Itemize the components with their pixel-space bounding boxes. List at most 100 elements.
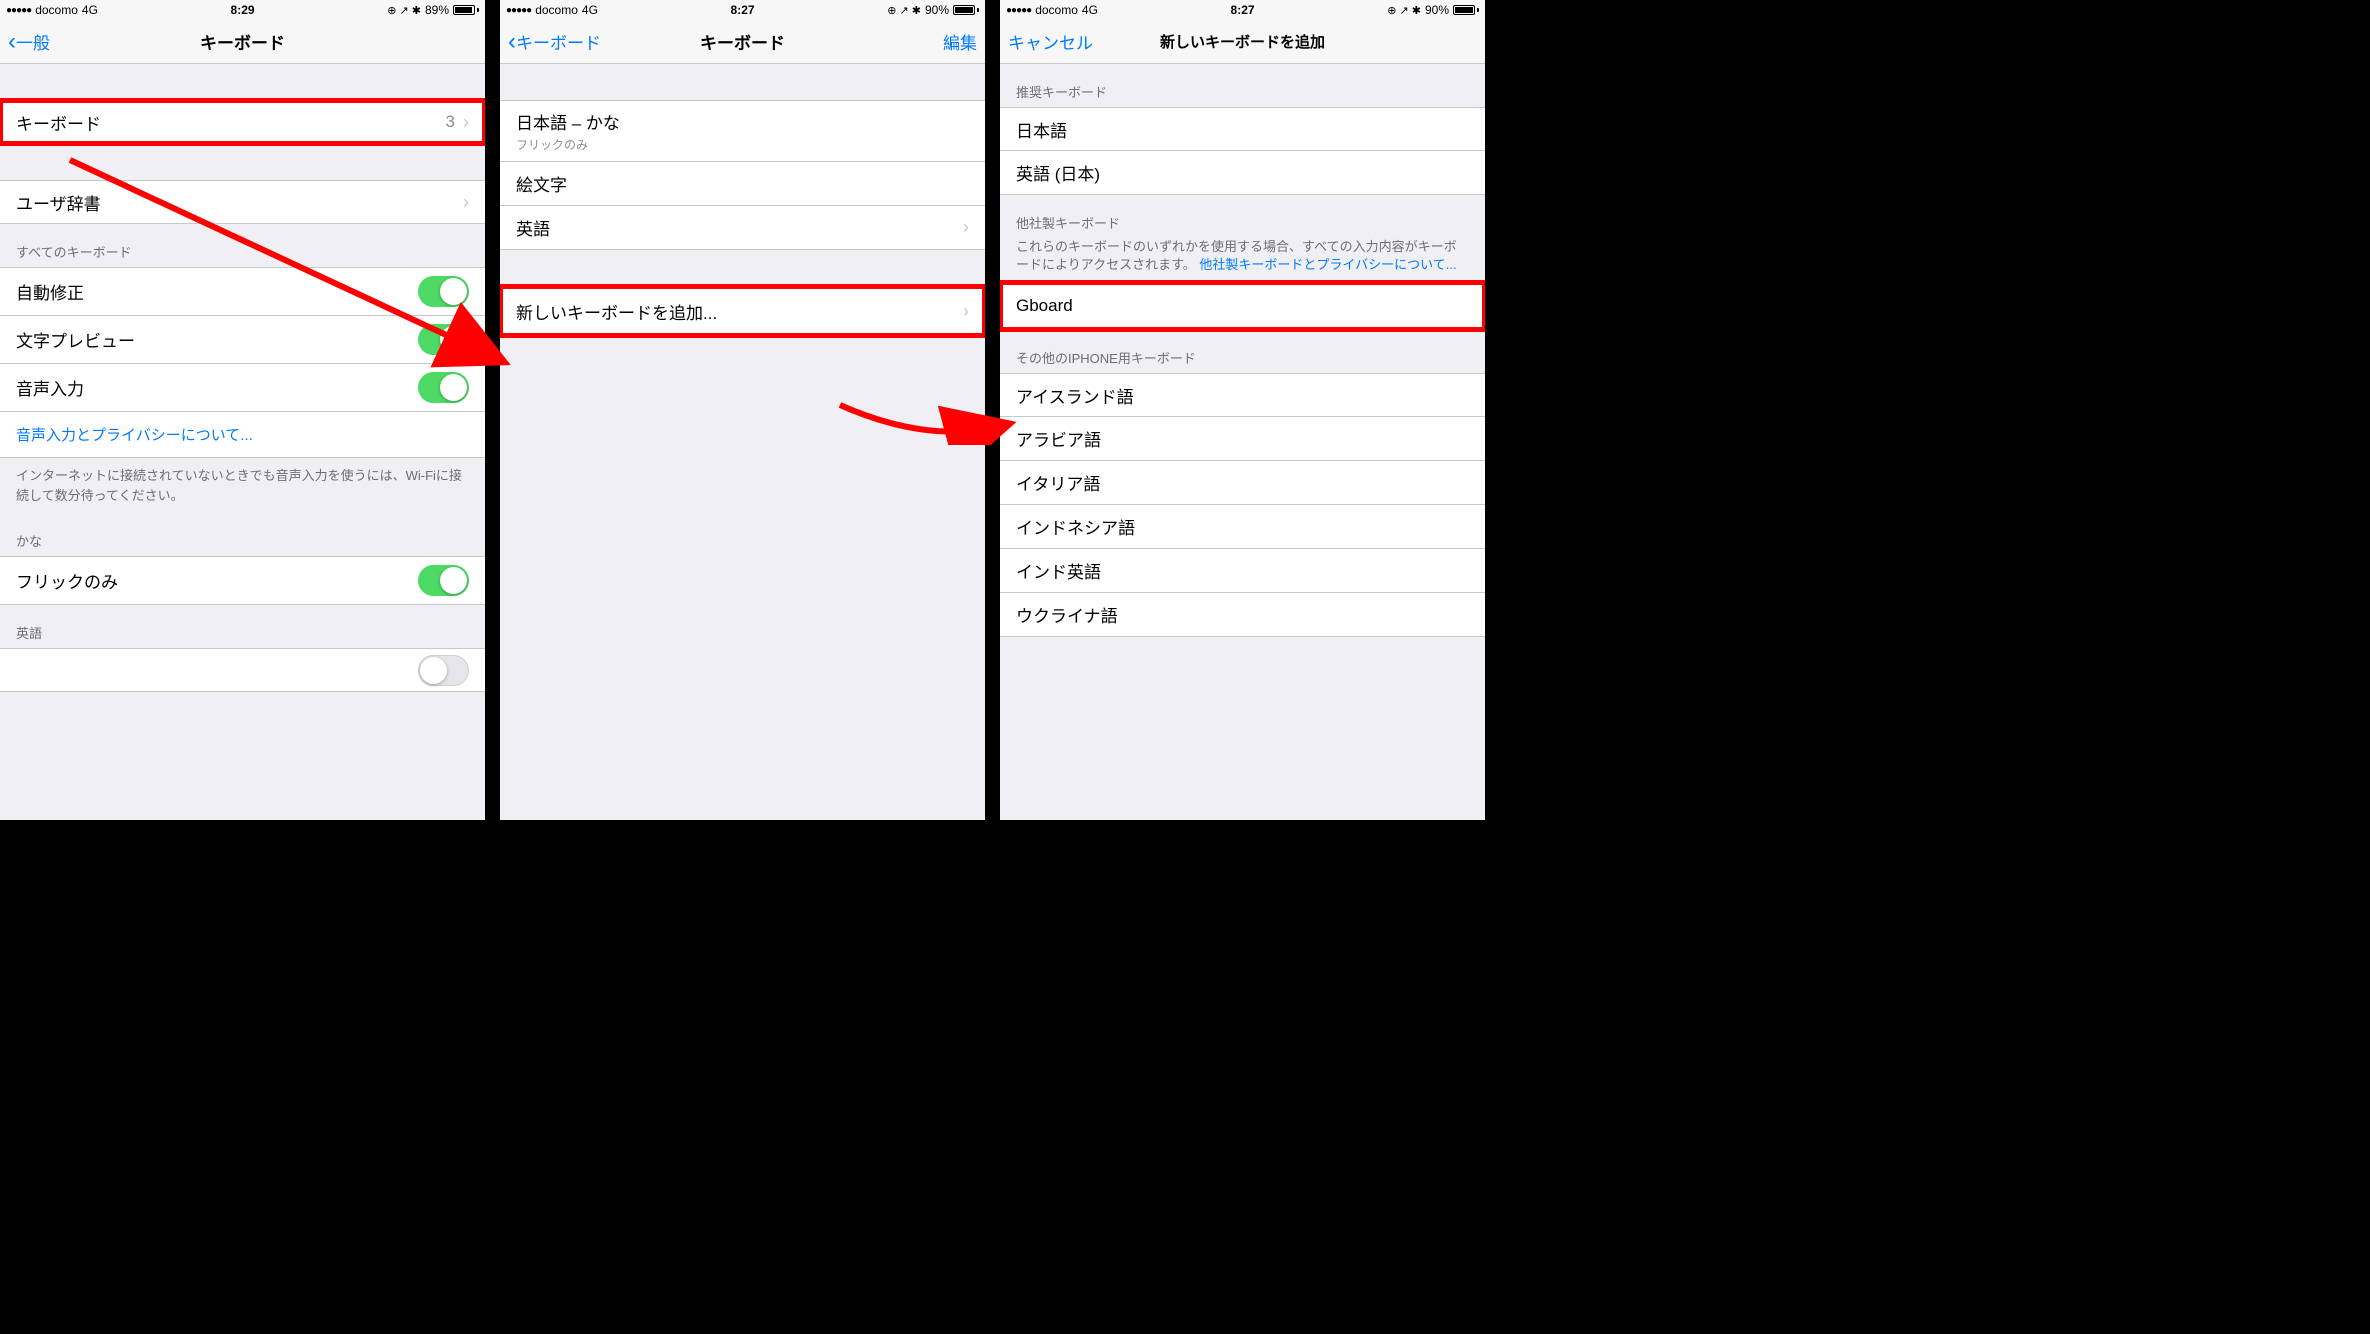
header-other-iphone: その他のIPHONE用キーボード <box>1000 330 1485 373</box>
status-icons: ⊕ ↗ ✱ <box>1387 4 1421 17</box>
carrier-label: docomo <box>1035 3 1078 17</box>
row-lang-italian-label: イタリア語 <box>1016 470 1100 495</box>
header-english: 英語 <box>0 605 485 648</box>
header-thirdparty: 他社製キーボード <box>1000 195 1485 238</box>
row-recommended-english-label: 英語 (日本) <box>1016 160 1100 185</box>
link-dictation-privacy[interactable]: 音声入力とプライバシーについて... <box>0 412 485 458</box>
row-user-dictionary-label: ユーザ辞書 <box>16 190 101 215</box>
switch-english-cutoff[interactable] <box>418 655 469 686</box>
chevron-left-icon: ‹ <box>508 28 516 56</box>
chevron-right-icon: › <box>463 192 469 213</box>
row-user-dictionary[interactable]: ユーザ辞書 › <box>0 180 485 224</box>
row-english-cutoff[interactable] <box>0 648 485 692</box>
battery-percent: 90% <box>1425 3 1449 17</box>
nav-cancel-button[interactable]: キャンセル <box>1008 29 1093 54</box>
row-lang-italian[interactable]: イタリア語 <box>1000 461 1485 505</box>
row-flick-only-label: フリックのみ <box>16 568 118 593</box>
chevron-right-icon: › <box>963 217 969 238</box>
row-lang-indonesian[interactable]: インドネシア語 <box>1000 505 1485 549</box>
row-lang-hindi-english[interactable]: インド英語 <box>1000 549 1485 593</box>
row-dictation[interactable]: 音声入力 <box>0 364 485 412</box>
row-keyboard-japanese-sub: フリックのみ <box>516 136 969 153</box>
nav-bar: キャンセル 新しいキーボードを追加 <box>1000 20 1485 64</box>
battery-icon <box>453 5 479 15</box>
nav-title: キーボード <box>200 29 285 54</box>
network-label: 4G <box>582 3 598 17</box>
row-keyboard-japanese-label: 日本語 – かな <box>516 109 969 134</box>
canvas: ●●●●● docomo 4G 8:29 ⊕ ↗ ✱ 89% ‹ 一般 キーボー… <box>0 0 2370 1334</box>
row-lang-arabic[interactable]: アラビア語 <box>1000 417 1485 461</box>
network-label: 4G <box>1082 3 1098 17</box>
nav-back-label: 一般 <box>16 29 50 54</box>
row-lang-indonesian-label: インドネシア語 <box>1016 514 1135 539</box>
chevron-left-icon: ‹ <box>8 28 16 56</box>
carrier-label: docomo <box>35 3 78 17</box>
row-char-preview[interactable]: 文字プレビュー <box>0 316 485 364</box>
battery-percent: 89% <box>425 3 449 17</box>
row-gboard-label: Gboard <box>1016 296 1073 316</box>
screen-keyboard-list: ●●●●● docomo 4G 8:27 ⊕ ↗ ✱ 90% ‹ キーボード キ… <box>500 0 985 820</box>
status-bar: ●●●●● docomo 4G 8:27 ⊕ ↗ ✱ 90% <box>500 0 985 20</box>
nav-back-button[interactable]: ‹ 一般 <box>8 28 50 56</box>
signal-dots-icon: ●●●●● <box>506 5 531 16</box>
row-lang-iceland[interactable]: アイスランド語 <box>1000 373 1485 417</box>
nav-bar: ‹ キーボード キーボード 編集 <box>500 20 985 64</box>
row-lang-hindi-english-label: インド英語 <box>1016 558 1101 583</box>
row-gboard[interactable]: Gboard <box>1000 282 1485 330</box>
battery-icon <box>1453 5 1479 15</box>
row-add-new-keyboard[interactable]: 新しいキーボードを追加... › <box>500 286 985 336</box>
row-keyboard-english-label: 英語 <box>516 215 550 240</box>
switch-flick-only[interactable] <box>418 565 469 596</box>
chevron-right-icon: › <box>963 301 969 322</box>
row-keyboard-emoji-label: 絵文字 <box>516 171 567 196</box>
header-kana: かな <box>0 523 485 556</box>
nav-title: 新しいキーボードを追加 <box>1160 31 1325 52</box>
status-time: 8:27 <box>731 3 755 17</box>
status-icons: ⊕ ↗ ✱ <box>387 4 421 17</box>
signal-dots-icon: ●●●●● <box>6 5 31 16</box>
row-recommended-english[interactable]: 英語 (日本) <box>1000 151 1485 195</box>
network-label: 4G <box>82 3 98 17</box>
status-icons: ⊕ ↗ ✱ <box>887 4 921 17</box>
row-recommended-japanese[interactable]: 日本語 <box>1000 107 1485 151</box>
row-auto-correct[interactable]: 自動修正 <box>0 267 485 316</box>
switch-dictation[interactable] <box>418 372 469 403</box>
row-lang-ukrainian-label: ウクライナ語 <box>1016 602 1118 627</box>
row-auto-correct-label: 自動修正 <box>16 279 84 304</box>
carrier-label: docomo <box>535 3 578 17</box>
signal-dots-icon: ●●●●● <box>1006 5 1031 16</box>
nav-back-label: キーボード <box>516 29 601 54</box>
row-add-new-keyboard-label: 新しいキーボードを追加... <box>516 299 717 324</box>
switch-char-preview[interactable] <box>418 324 469 355</box>
status-bar: ●●●●● docomo 4G 8:27 ⊕ ↗ ✱ 90% <box>1000 0 1485 20</box>
row-keyboard-japanese[interactable]: 日本語 – かな フリックのみ <box>500 100 985 162</box>
row-lang-iceland-label: アイスランド語 <box>1016 383 1134 408</box>
row-dictation-label: 音声入力 <box>16 375 84 400</box>
status-bar: ●●●●● docomo 4G 8:29 ⊕ ↗ ✱ 89% <box>0 0 485 20</box>
row-flick-only[interactable]: フリックのみ <box>0 556 485 605</box>
header-all-keyboards: すべてのキーボード <box>0 224 485 267</box>
status-time: 8:29 <box>231 3 255 17</box>
chevron-right-icon: › <box>463 112 469 133</box>
nav-edit-button[interactable]: 編集 <box>943 29 977 54</box>
row-keyboards[interactable]: キーボード 3 › <box>0 100 485 144</box>
footer-thirdparty: これらのキーボードのいずれかを使用する場合、すべての入力内容がキーボードによりア… <box>1000 238 1485 282</box>
row-lang-ukrainian[interactable]: ウクライナ語 <box>1000 593 1485 637</box>
row-keyboards-label: キーボード <box>16 110 101 135</box>
row-char-preview-label: 文字プレビュー <box>16 327 135 352</box>
screen-add-keyboard: ●●●●● docomo 4G 8:27 ⊕ ↗ ✱ 90% キャンセル 新しい… <box>1000 0 1485 820</box>
status-time: 8:27 <box>1231 3 1255 17</box>
switch-auto-correct[interactable] <box>418 276 469 307</box>
nav-bar: ‹ 一般 キーボード <box>0 20 485 64</box>
row-keyboards-count: 3 <box>446 112 455 132</box>
nav-back-button[interactable]: ‹ キーボード <box>508 28 601 56</box>
row-lang-arabic-label: アラビア語 <box>1016 426 1101 451</box>
row-recommended-japanese-label: 日本語 <box>1016 117 1067 142</box>
nav-title: キーボード <box>700 29 785 54</box>
header-recommended: 推奨キーボード <box>1000 64 1485 107</box>
footer-dictation: インターネットに接続されていないときでも音声入力を使うには、Wi-Fiに接続して… <box>0 458 485 523</box>
row-keyboard-english[interactable]: 英語 › <box>500 206 985 250</box>
row-keyboard-emoji[interactable]: 絵文字 <box>500 162 985 206</box>
link-thirdparty-privacy[interactable]: 他社製キーボードとプライバシーについて... <box>1199 257 1456 272</box>
screen-keyboard-settings: ●●●●● docomo 4G 8:29 ⊕ ↗ ✱ 89% ‹ 一般 キーボー… <box>0 0 485 820</box>
